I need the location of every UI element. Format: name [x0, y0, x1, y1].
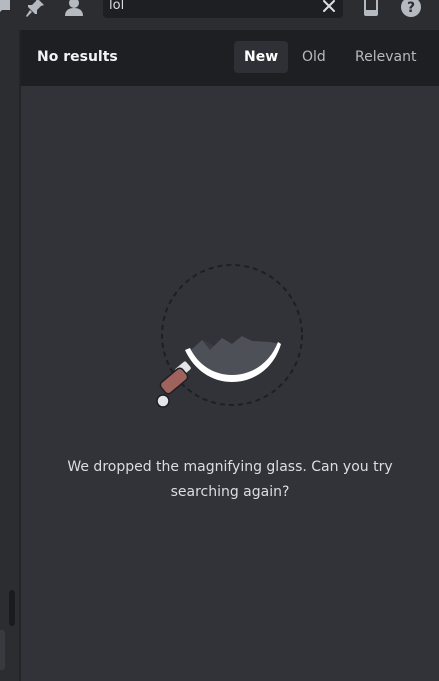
sort-tab-old[interactable]: Old — [292, 41, 336, 73]
search-query-text: lol — [109, 0, 125, 13]
inbox-icon[interactable] — [358, 0, 384, 20]
channel-toolbar: lol ? — [0, 0, 439, 30]
search-input[interactable]: lol — [103, 0, 343, 18]
broken-magnifying-glass-icon — [156, 264, 303, 408]
results-header: No results New Old Relevant — [21, 30, 439, 86]
svg-text:?: ? — [407, 0, 415, 16]
results-title: No results — [37, 49, 118, 65]
empty-state-message: We dropped the magnifying glass. Can you… — [67, 459, 393, 500]
rail-item[interactable] — [0, 630, 5, 670]
pin-icon[interactable] — [22, 0, 48, 20]
scrollbar-thumb[interactable] — [9, 590, 15, 626]
search-results-panel: lol ? No results New Old Relevant We dro… — [0, 0, 439, 681]
sort-tab-relevant[interactable]: Relevant — [345, 41, 426, 73]
help-icon[interactable]: ? — [398, 0, 424, 20]
thread-icon[interactable] — [0, 0, 16, 20]
member-list-icon[interactable] — [61, 0, 87, 20]
clear-search-icon[interactable] — [319, 0, 339, 16]
sort-tab-new[interactable]: New — [234, 41, 289, 73]
rail-divider — [19, 30, 21, 681]
left-rail — [0, 30, 21, 681]
